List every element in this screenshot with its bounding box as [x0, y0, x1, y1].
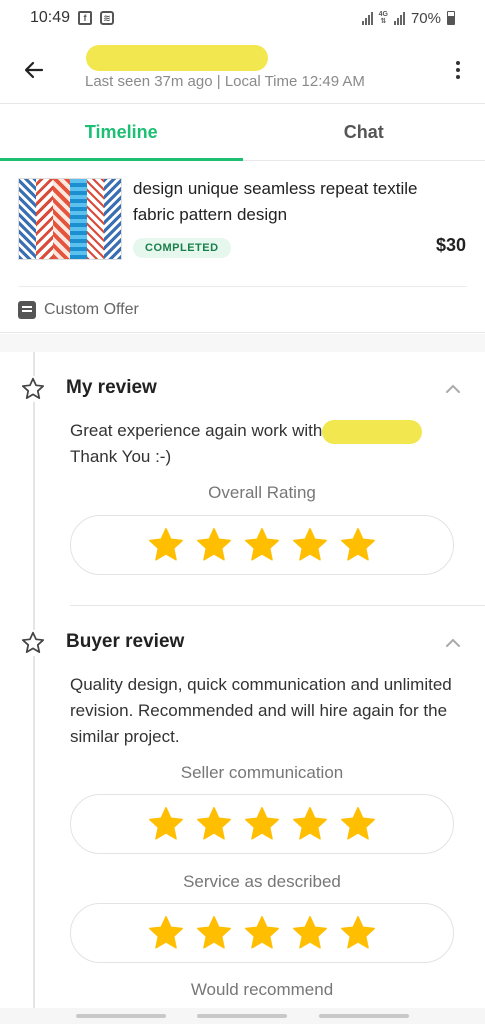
my-review-text-line2: Thank You :-)	[70, 447, 172, 466]
order-title: design unique seamless repeat textile fa…	[133, 179, 418, 224]
kebab-dot-icon	[456, 75, 460, 79]
star-outline-icon	[20, 630, 46, 656]
back-button[interactable]	[18, 54, 50, 86]
star-filled-icon	[293, 807, 327, 840]
offer-document-icon	[18, 300, 36, 319]
service-as-described-stars	[70, 903, 454, 963]
overall-rating-stars	[70, 515, 454, 575]
redacted-name	[322, 419, 423, 444]
star-filled-icon	[197, 528, 231, 561]
my-review-text-line1: Great experience again work with	[70, 421, 323, 440]
buyer-review-title: Buyer review	[66, 631, 185, 652]
star-filled-icon	[197, 807, 231, 840]
last-seen-text: Last seen 37m ago | Local Time 12:49 AM	[85, 73, 365, 90]
system-nav-bar	[0, 1008, 485, 1024]
tab-chat[interactable]: Chat	[243, 104, 485, 160]
more-options-button[interactable]	[448, 56, 468, 84]
order-status-badge: COMPLETED	[133, 238, 231, 258]
custom-offer-label: Custom Offer	[44, 300, 139, 318]
section-gap	[0, 334, 485, 352]
arrow-left-icon	[24, 61, 44, 79]
star-filled-icon	[341, 807, 375, 840]
star-filled-icon	[149, 916, 183, 949]
collapse-my-review-button[interactable]	[442, 378, 464, 400]
star-filled-icon	[245, 916, 279, 949]
overall-rating-label: Overall Rating	[208, 483, 316, 502]
contact-name-redacted	[86, 45, 268, 71]
seller-communication-label: Seller communication	[180, 763, 344, 782]
network-type-icon: 4G ⇅	[378, 11, 388, 25]
star-filled-icon	[341, 916, 375, 949]
order-card[interactable]: design unique seamless repeat textile fa…	[0, 162, 485, 287]
buyer-review-text: Quality design, quick communication and …	[70, 675, 452, 746]
battery-icon	[447, 11, 455, 25]
star-outline-icon	[20, 376, 46, 402]
wifi-calling-icon: ≋	[100, 11, 115, 25]
star-filled-icon	[245, 528, 279, 561]
tab-bar: Timeline Chat	[0, 104, 485, 161]
star-filled-icon	[197, 916, 231, 949]
service-as-described-label: Service as described	[183, 872, 341, 891]
chevron-up-icon	[446, 384, 460, 393]
chat-header: Last seen 37m ago | Local Time 12:49 AM	[0, 36, 485, 104]
star-filled-icon	[245, 807, 279, 840]
my-review-title: My review	[66, 377, 157, 398]
nav-handle	[75, 1014, 166, 1018]
order-price: $30	[436, 235, 467, 255]
status-left: 10:49 f ≋	[30, 9, 115, 27]
star-filled-icon	[341, 528, 375, 561]
custom-offer-row[interactable]: Custom Offer	[0, 287, 485, 333]
status-bar: 10:49 f ≋ 4G ⇅ 70%	[0, 0, 485, 36]
signal-icon-2	[393, 11, 405, 25]
star-filled-icon	[149, 807, 183, 840]
my-review-section: My review Great experience again work wi…	[0, 352, 485, 607]
my-review-text: Great experience again work with Thank Y…	[70, 418, 465, 470]
status-time: 10:49	[30, 9, 71, 26]
battery-percent: 70%	[410, 9, 441, 27]
gig-thumbnail	[18, 178, 122, 260]
star-filled-icon	[149, 528, 183, 561]
would-recommend-label: Would recommend	[190, 980, 334, 999]
kebab-dot-icon	[456, 68, 460, 72]
nav-handle	[319, 1014, 410, 1018]
buyer-review-section: Buyer review Quality design, quick commu…	[0, 606, 485, 1008]
nav-handle	[197, 1014, 288, 1018]
status-right: 4G ⇅ 70%	[361, 9, 455, 27]
signal-icon	[361, 11, 373, 25]
facebook-icon: f	[78, 11, 93, 25]
star-filled-icon	[293, 916, 327, 949]
collapse-buyer-review-button[interactable]	[442, 632, 464, 654]
star-filled-icon	[293, 528, 327, 561]
seller-communication-stars	[70, 794, 454, 854]
chevron-up-icon	[446, 638, 460, 647]
kebab-dot-icon	[456, 61, 460, 65]
network-type-label: 4G	[378, 11, 388, 18]
tab-timeline[interactable]: Timeline	[0, 104, 243, 161]
